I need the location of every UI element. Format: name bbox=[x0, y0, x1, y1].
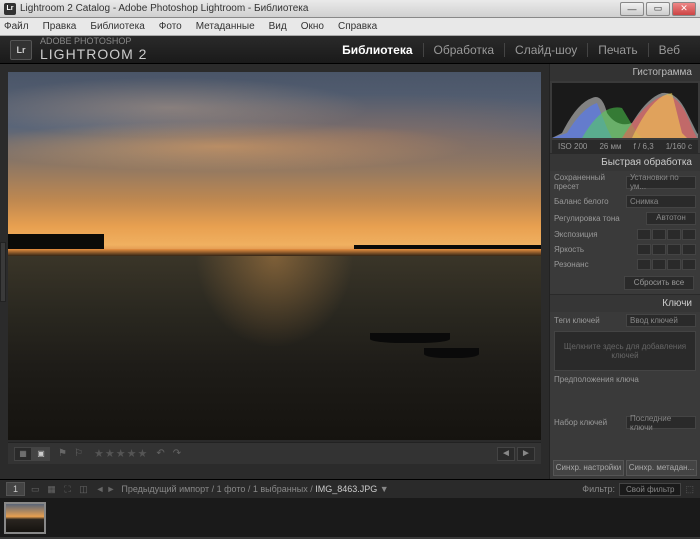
keyword-tags-dropdown[interactable]: Ввод ключей bbox=[626, 314, 696, 327]
grid-view-button[interactable]: ▦ bbox=[14, 447, 32, 461]
screen-indicator[interactable]: 1 bbox=[6, 482, 25, 496]
exposure-minus2[interactable] bbox=[637, 229, 651, 240]
rotate-right-icon[interactable]: ↷ bbox=[173, 448, 181, 459]
keyword-set-dropdown[interactable]: Последние ключи bbox=[626, 416, 696, 429]
wb-label: Баланс белого bbox=[554, 197, 622, 206]
keywords-title[interactable]: Ключи bbox=[550, 295, 700, 312]
keyword-set-label: Набор ключей bbox=[554, 418, 622, 427]
maximize-button[interactable]: ▭ bbox=[646, 2, 670, 16]
clarity-plus2[interactable] bbox=[682, 244, 696, 255]
sync-settings-button[interactable]: Синхр. настройки bbox=[553, 460, 624, 476]
filter-dropdown[interactable]: Свой фильтр bbox=[619, 483, 681, 496]
menu-window[interactable]: Окно bbox=[301, 21, 324, 32]
app-icon: Lr bbox=[4, 3, 16, 15]
brand-main: LIGHTROOM 2 bbox=[40, 46, 147, 62]
module-slideshow[interactable]: Слайд-шоу bbox=[505, 43, 588, 57]
keyword-suggestions-label: Предположения ключа bbox=[554, 375, 696, 384]
left-panel-toggle[interactable] bbox=[0, 242, 6, 302]
vibrance-plus2[interactable] bbox=[682, 259, 696, 270]
crumb-path: Предыдущий импорт / 1 фото / 1 выбранных… bbox=[121, 484, 312, 494]
clarity-plus[interactable] bbox=[667, 244, 681, 255]
histo-focal: 26 мм bbox=[599, 142, 621, 151]
menu-metadata[interactable]: Метаданные bbox=[196, 21, 255, 32]
histogram[interactable] bbox=[552, 83, 698, 138]
next-photo-button[interactable]: ► bbox=[517, 447, 535, 461]
sync-metadata-button[interactable]: Синхр. метадан... bbox=[626, 460, 697, 476]
close-button[interactable]: ✕ bbox=[672, 2, 696, 16]
histo-aperture: f / 6,3 bbox=[634, 142, 654, 151]
preset-dropdown[interactable]: Установки по ум... bbox=[626, 176, 696, 189]
rating-stars[interactable]: ★★★★★ bbox=[94, 447, 148, 460]
exposure-minus[interactable] bbox=[652, 229, 666, 240]
vibrance-minus2[interactable] bbox=[637, 259, 651, 270]
histo-shutter: 1/160 с bbox=[666, 142, 692, 151]
tone-label: Регулировка тона bbox=[554, 214, 642, 223]
second-window-icon[interactable]: ▭ bbox=[31, 484, 40, 495]
flag-reject-icon[interactable]: ⚐ bbox=[74, 448, 86, 460]
nav-fwd-icon[interactable]: ► bbox=[106, 484, 115, 494]
crumb-filename: IMG_8463.JPG bbox=[315, 484, 377, 494]
reset-all-button[interactable]: Сбросить все bbox=[624, 276, 694, 290]
minimize-button[interactable]: — bbox=[620, 2, 644, 16]
flag-pick-icon[interactable]: ⚑ bbox=[58, 448, 70, 460]
autotone-button[interactable]: Автотон bbox=[646, 212, 696, 225]
compare-icon[interactable]: ◫ bbox=[78, 483, 90, 495]
preset-label: Сохраненный пресет bbox=[554, 173, 622, 191]
brand-top: ADOBE PHOTOSHOP bbox=[40, 37, 147, 46]
clarity-label: Яркость bbox=[554, 245, 633, 254]
nav-back-icon[interactable]: ◄ bbox=[96, 484, 105, 494]
histo-iso: ISO 200 bbox=[558, 142, 587, 151]
thumbnail-1[interactable] bbox=[4, 502, 46, 534]
prev-photo-button[interactable]: ◄ bbox=[497, 447, 515, 461]
exposure-label: Экспозиция bbox=[554, 230, 633, 239]
module-web[interactable]: Веб bbox=[649, 43, 690, 57]
exposure-plus2[interactable] bbox=[682, 229, 696, 240]
wb-dropdown[interactable]: Снимка bbox=[626, 195, 696, 208]
menu-file[interactable]: Файл bbox=[4, 21, 29, 32]
histogram-title: Гистограмма bbox=[550, 64, 700, 81]
vibrance-minus[interactable] bbox=[652, 259, 666, 270]
quick-develop-title[interactable]: Быстрая обработка bbox=[550, 154, 700, 171]
vibrance-label: Резонанс bbox=[554, 260, 633, 269]
filter-label: Фильтр: bbox=[582, 484, 615, 494]
menu-photo[interactable]: Фото bbox=[159, 21, 182, 32]
rotate-left-icon[interactable]: ↶ bbox=[156, 448, 164, 459]
expand-icon[interactable]: ⛶ bbox=[62, 483, 74, 495]
vibrance-plus[interactable] bbox=[667, 259, 681, 270]
menu-help[interactable]: Справка bbox=[338, 21, 377, 32]
main-photo[interactable] bbox=[8, 72, 541, 440]
keyword-tags-label: Теги ключей bbox=[554, 316, 622, 325]
window-title: Lightroom 2 Catalog - Adobe Photoshop Li… bbox=[20, 3, 620, 14]
keyword-input-area[interactable]: Щелкните здесь для добавления ключей bbox=[554, 331, 696, 371]
loupe-view-button[interactable]: ▣ bbox=[32, 447, 50, 461]
exposure-plus[interactable] bbox=[667, 229, 681, 240]
lr-logo: Lr bbox=[10, 40, 32, 60]
menubar: Файл Правка Библиотека Фото Метаданные В… bbox=[0, 18, 700, 36]
menu-library[interactable]: Библиотека bbox=[90, 21, 144, 32]
module-print[interactable]: Печать bbox=[588, 43, 648, 57]
menu-view[interactable]: Вид bbox=[269, 21, 287, 32]
clarity-minus2[interactable] bbox=[637, 244, 651, 255]
module-develop[interactable]: Обработка bbox=[424, 43, 506, 57]
menu-edit[interactable]: Правка bbox=[43, 21, 77, 32]
breadcrumb[interactable]: Предыдущий импорт / 1 фото / 1 выбранных… bbox=[121, 484, 388, 494]
grid-icon[interactable]: ▦ bbox=[46, 483, 58, 495]
filter-lock-icon[interactable]: ⬚ bbox=[685, 484, 694, 495]
clarity-minus[interactable] bbox=[652, 244, 666, 255]
module-library[interactable]: Библиотека bbox=[332, 43, 423, 57]
